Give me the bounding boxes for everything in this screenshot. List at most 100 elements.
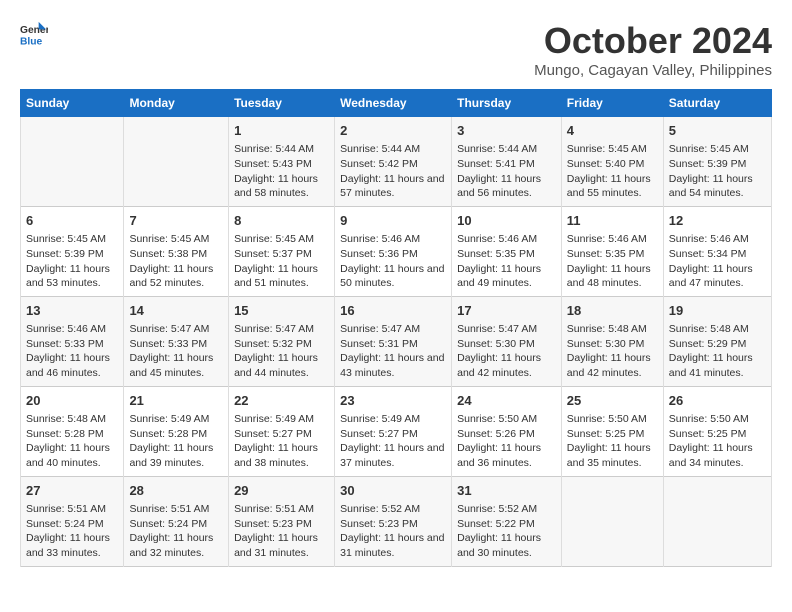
cell-info: Sunrise: 5:47 AM (234, 322, 329, 337)
cell-info: Daylight: 11 hours and 46 minutes. (26, 351, 118, 380)
cell-info: Daylight: 11 hours and 45 minutes. (129, 351, 223, 380)
cell-info: Sunset: 5:28 PM (129, 427, 223, 442)
day-number: 28 (129, 482, 223, 500)
day-number: 19 (669, 302, 766, 320)
day-number: 3 (457, 122, 556, 140)
day-number: 11 (567, 212, 658, 230)
cell-info: Sunrise: 5:52 AM (457, 502, 556, 517)
cell-info: Daylight: 11 hours and 31 minutes. (340, 531, 446, 560)
cell-info: Sunrise: 5:46 AM (340, 232, 446, 247)
cell-info: Sunrise: 5:49 AM (234, 412, 329, 427)
calendar-cell (21, 117, 124, 207)
day-number: 2 (340, 122, 446, 140)
svg-text:General: General (20, 25, 48, 36)
cell-info: Sunrise: 5:44 AM (457, 142, 556, 157)
cell-info: Sunrise: 5:52 AM (340, 502, 446, 517)
calendar-cell: 17Sunrise: 5:47 AMSunset: 5:30 PMDayligh… (452, 296, 562, 386)
calendar-cell: 13Sunrise: 5:46 AMSunset: 5:33 PMDayligh… (21, 296, 124, 386)
location: Mungo, Cagayan Valley, Philippines (534, 62, 772, 79)
cell-info: Sunrise: 5:47 AM (129, 322, 223, 337)
calendar-cell: 14 Sunrise: 5:47 AMSunset: 5:33 PMDayligh… (124, 296, 229, 386)
calendar-cell: 21Sunrise: 5:49 AMSunset: 5:28 PMDayligh… (124, 386, 229, 476)
cell-info: Sunrise: 5:50 AM (669, 412, 766, 427)
weekday-header-monday: Monday (124, 90, 229, 117)
cell-info: Sunrise: 5:46 AM (669, 232, 766, 247)
cell-info: Sunrise: 5:45 AM (567, 142, 658, 157)
cell-info: Sunset: 5:30 PM (567, 337, 658, 352)
cell-info: Daylight: 11 hours and 36 minutes. (457, 441, 556, 470)
cell-info: Daylight: 11 hours and 43 minutes. (340, 351, 446, 380)
calendar-cell: 8Sunrise: 5:45 AMSunset: 5:37 PMDaylight… (229, 206, 335, 296)
calendar-cell: 10Sunrise: 5:46 AMSunset: 5:35 PMDayligh… (452, 206, 562, 296)
day-number: 5 (669, 122, 766, 140)
day-number: 14 (129, 302, 223, 320)
calendar-cell: 23Sunrise: 5:49 AMSunset: 5:27 PMDayligh… (335, 386, 452, 476)
cell-info: Daylight: 11 hours and 58 minutes. (234, 172, 329, 201)
cell-info: Daylight: 11 hours and 39 minutes. (129, 441, 223, 470)
calendar-cell: 3Sunrise: 5:44 AMSunset: 5:41 PMDaylight… (452, 117, 562, 207)
cell-info: Sunset: 5:26 PM (457, 427, 556, 442)
calendar-cell (561, 476, 663, 566)
day-number: 22 (234, 392, 329, 410)
day-number: 15 (234, 302, 329, 320)
cell-info: Daylight: 11 hours and 52 minutes. (129, 262, 223, 291)
cell-info: Sunset: 5:27 PM (234, 427, 329, 442)
cell-info: Sunrise: 5:51 AM (26, 502, 118, 517)
week-row-2: 6Sunrise: 5:45 AMSunset: 5:39 PMDaylight… (21, 206, 772, 296)
cell-info: Daylight: 11 hours and 44 minutes. (234, 351, 329, 380)
cell-info: Sunrise: 5:45 AM (669, 142, 766, 157)
cell-info: Sunset: 5:40 PM (567, 157, 658, 172)
cell-info: Sunset: 5:39 PM (669, 157, 766, 172)
cell-info: Daylight: 11 hours and 37 minutes. (340, 441, 446, 470)
cell-info: Daylight: 11 hours and 47 minutes. (669, 262, 766, 291)
day-number: 16 (340, 302, 446, 320)
weekday-header-friday: Friday (561, 90, 663, 117)
calendar-cell: 27Sunrise: 5:51 AMSunset: 5:24 PMDayligh… (21, 476, 124, 566)
cell-info: Sunset: 5:35 PM (457, 247, 556, 262)
calendar-cell: 28 Sunrise: 5:51 AMSunset: 5:24 PMDayligh… (124, 476, 229, 566)
cell-info: Daylight: 11 hours and 57 minutes. (340, 172, 446, 201)
cell-info: Daylight: 11 hours and 40 minutes. (26, 441, 118, 470)
day-number: 23 (340, 392, 446, 410)
weekday-header-wednesday: Wednesday (335, 90, 452, 117)
cell-info: Daylight: 11 hours and 54 minutes. (669, 172, 766, 201)
cell-info: Daylight: 11 hours and 51 minutes. (234, 262, 329, 291)
cell-info: Daylight: 11 hours and 32 minutes. (129, 531, 223, 560)
calendar-cell: 19Sunrise: 5:48 AMSunset: 5:29 PMDayligh… (663, 296, 771, 386)
cell-info: Sunset: 5:27 PM (340, 427, 446, 442)
cell-info: Sunrise: 5:51 AM (129, 502, 223, 517)
calendar-cell (663, 476, 771, 566)
calendar-cell: 4Sunrise: 5:45 AMSunset: 5:40 PMDaylight… (561, 117, 663, 207)
page-header: General Blue October 2024 Mungo, Cagayan… (20, 20, 772, 79)
week-row-4: 20Sunrise: 5:48 AMSunset: 5:28 PMDayligh… (21, 386, 772, 476)
cell-info: Sunrise: 5:47 AM (457, 322, 556, 337)
cell-info: Sunrise: 5:44 AM (234, 142, 329, 157)
day-number: 26 (669, 392, 766, 410)
cell-info: Sunset: 5:32 PM (234, 337, 329, 352)
cell-info: Sunrise: 5:48 AM (669, 322, 766, 337)
cell-info: Sunset: 5:24 PM (129, 517, 223, 532)
cell-info: Daylight: 11 hours and 48 minutes. (567, 262, 658, 291)
cell-info: Sunset: 5:28 PM (26, 427, 118, 442)
cell-info: Daylight: 11 hours and 33 minutes. (26, 531, 118, 560)
calendar-cell: 9Sunrise: 5:46 AMSunset: 5:36 PMDaylight… (335, 206, 452, 296)
cell-info: Sunset: 5:33 PM (129, 337, 223, 352)
cell-info: Sunrise: 5:45 AM (234, 232, 329, 247)
calendar-cell: 5 Sunrise: 5:45 AMSunset: 5:39 PMDaylight… (663, 117, 771, 207)
weekday-header-row: SundayMondayTuesdayWednesdayThursdayFrid… (21, 90, 772, 117)
cell-info: Sunset: 5:22 PM (457, 517, 556, 532)
day-number: 7 (129, 212, 223, 230)
calendar-cell: 16Sunrise: 5:47 AMSunset: 5:31 PMDayligh… (335, 296, 452, 386)
weekday-header-sunday: Sunday (21, 90, 124, 117)
cell-info: Daylight: 11 hours and 53 minutes. (26, 262, 118, 291)
cell-info: Daylight: 11 hours and 55 minutes. (567, 172, 658, 201)
cell-info: Sunset: 5:31 PM (340, 337, 446, 352)
day-number: 29 (234, 482, 329, 500)
svg-text:Blue: Blue (20, 36, 43, 47)
cell-info: Sunset: 5:36 PM (340, 247, 446, 262)
cell-info: Daylight: 11 hours and 30 minutes. (457, 531, 556, 560)
cell-info: Sunrise: 5:49 AM (129, 412, 223, 427)
cell-info: Sunset: 5:34 PM (669, 247, 766, 262)
calendar-cell: 11Sunrise: 5:46 AMSunset: 5:35 PMDayligh… (561, 206, 663, 296)
cell-info: Sunset: 5:23 PM (234, 517, 329, 532)
